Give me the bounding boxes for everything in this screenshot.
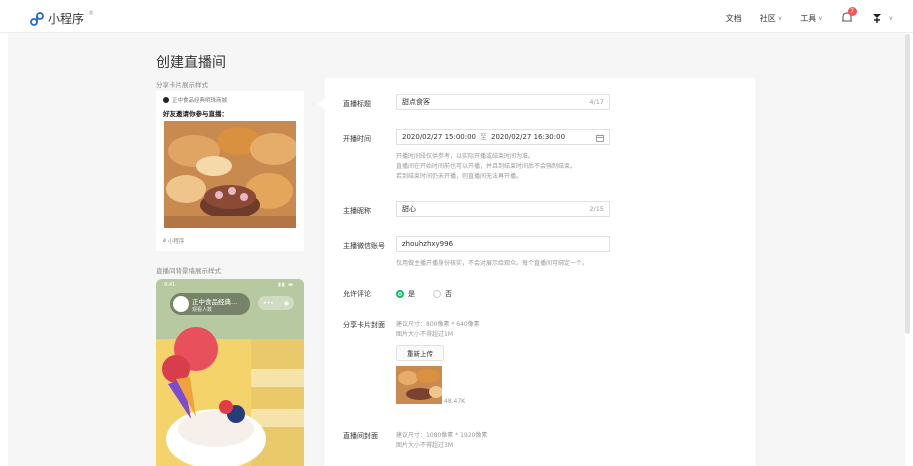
close-circle-icon: ◉ [283,299,289,307]
invite-text: 好友邀请你参与直播： [163,110,228,118]
top-bar: 小程序 ® 文档 社区 ∨ 工具 ∨ 7 ∨ [0,0,913,33]
chevron-down-icon: ∨ [888,14,893,22]
store-avatar [163,97,169,103]
top-nav: 文档 社区 ∨ 工具 ∨ 7 ∨ [708,7,893,24]
share-cover-label: 分享卡片封面 [343,321,385,329]
share-card-footer-label: 小程序 [167,239,185,245]
time-start: 2020/02/27 15:00:00 [402,133,477,141]
nav-community[interactable]: 社区 ∨ [760,13,782,24]
title-input[interactable]: 甜点食客 4/17 [396,94,610,110]
reupload-button[interactable]: 重新上传 [396,345,444,361]
phone-time: 9:41 [164,282,176,288]
time-hint-2: 直播间在开始时间前也可以开播，并且到结束时间后不会强制结束。 [396,163,577,170]
nickname-input[interactable]: 甜心 2/15 [396,201,610,217]
logo[interactable]: 小程序 ® [30,10,94,27]
bg-cover-hint-1: 建议尺寸：1080像素 * 1920像素 [396,432,488,439]
room-name: 正中食品经典... [192,298,238,306]
title-value: 甜点食客 [402,98,430,106]
comments-yes-radio[interactable] [396,290,404,298]
share-cover-hint-1: 建议尺寸：800像素 * 640像素 [396,321,480,328]
chevron-down-icon: ∨ [818,14,823,22]
comments-no-label[interactable]: 否 [445,289,452,299]
page-title: 创建直播间 [156,55,226,71]
room-avatar [173,296,189,312]
wechat-value: zhouhzhxy996 [402,240,454,248]
comments-radio-group: 是 否 [396,289,452,299]
notification-badge: 7 [847,7,857,16]
share-cover-size: 48.47K [444,398,466,405]
time-sep: 至 [480,133,488,141]
time-label: 开播时间 [343,135,371,143]
nav-community-label: 社区 [759,13,776,23]
room-info-pill: 正中食品经典... 观看人数 [170,293,250,315]
nickname-value: 甜心 [402,205,416,213]
miniprogram-small-icon: ∂ [163,238,166,244]
capsule-menu: ••• ◉ [258,296,294,310]
chevron-down-icon: ∨ [777,14,783,22]
share-card-preview: 正中食品经典明珠商城 好友邀请你参与直播： ∂ 小程序 [156,91,304,251]
comments-no-radio[interactable] [433,290,441,298]
nickname-count: 2/15 [589,205,604,213]
more-icon: ••• [263,299,274,307]
signal-icon: ▮▮ ▬ [278,282,294,288]
app-name: 小程序 [48,12,85,26]
time-hint-1: 开播时间段仅供参考，以实际开播或结束时间为准。 [396,153,535,160]
comments-label: 允许评论 [343,290,371,298]
panel-pointer [318,98,325,110]
background-preview-label: 直播间背景墙展示样式 [156,267,221,275]
bg-cover-hint-2: 图片大小不得超过3M [396,442,453,449]
account-menu[interactable]: ∨ [871,12,893,24]
time-range-picker[interactable]: 2020/02/27 15:00:00 至 2020/02/27 16:30:0… [396,129,610,145]
wechat-label: 主播微信账号 [343,242,385,250]
scrollbar[interactable] [905,34,910,334]
share-card-preview-label: 分享卡片展示样式 [156,81,208,89]
share-card-footer: ∂ 小程序 [163,237,184,245]
nav-tools-label: 工具 [800,13,817,23]
miniprogram-logo-icon [30,11,44,26]
share-card-store: 正中食品经典明珠商城 [163,96,227,104]
wechat-input[interactable]: zhouhzhxy996 [396,236,610,252]
notifications-button[interactable]: 7 [841,7,857,24]
comments-yes-label[interactable]: 是 [408,289,415,299]
title-count: 4/17 [589,98,604,106]
trademark-icon: ® [88,10,95,17]
room-viewers: 观看人数 [192,307,213,313]
nav-docs[interactable]: 文档 [726,13,742,24]
store-name: 正中食品经典明珠商城 [172,98,228,104]
nav-tools[interactable]: 工具 ∨ [800,13,822,24]
bell-icon: 7 [841,7,857,24]
share-cover-thumbnail[interactable] [396,366,442,404]
time-end: 2020/02/27 16:30:00 [491,133,566,141]
calendar-icon [596,134,604,142]
bg-cover-label: 直播间封面 [343,432,378,440]
time-hint-3: 若到结束时间仍未开播，则直播间无法再开播。 [396,173,523,180]
live-room-preview: 9:41 ▮▮ ▬ 正中食品经典... 观看人数 ••• ◉ [156,279,304,466]
avatar [872,14,881,23]
share-card-image [164,121,296,228]
title-label: 直播标题 [343,100,371,108]
share-cover-hint-2: 图片大小不得超过1M [396,331,453,338]
nickname-label: 主播昵称 [343,207,371,215]
wechat-hint: 仅用做主播开播身份核实，不会对展示给观众。每个直播间可绑定一个。 [396,260,589,267]
